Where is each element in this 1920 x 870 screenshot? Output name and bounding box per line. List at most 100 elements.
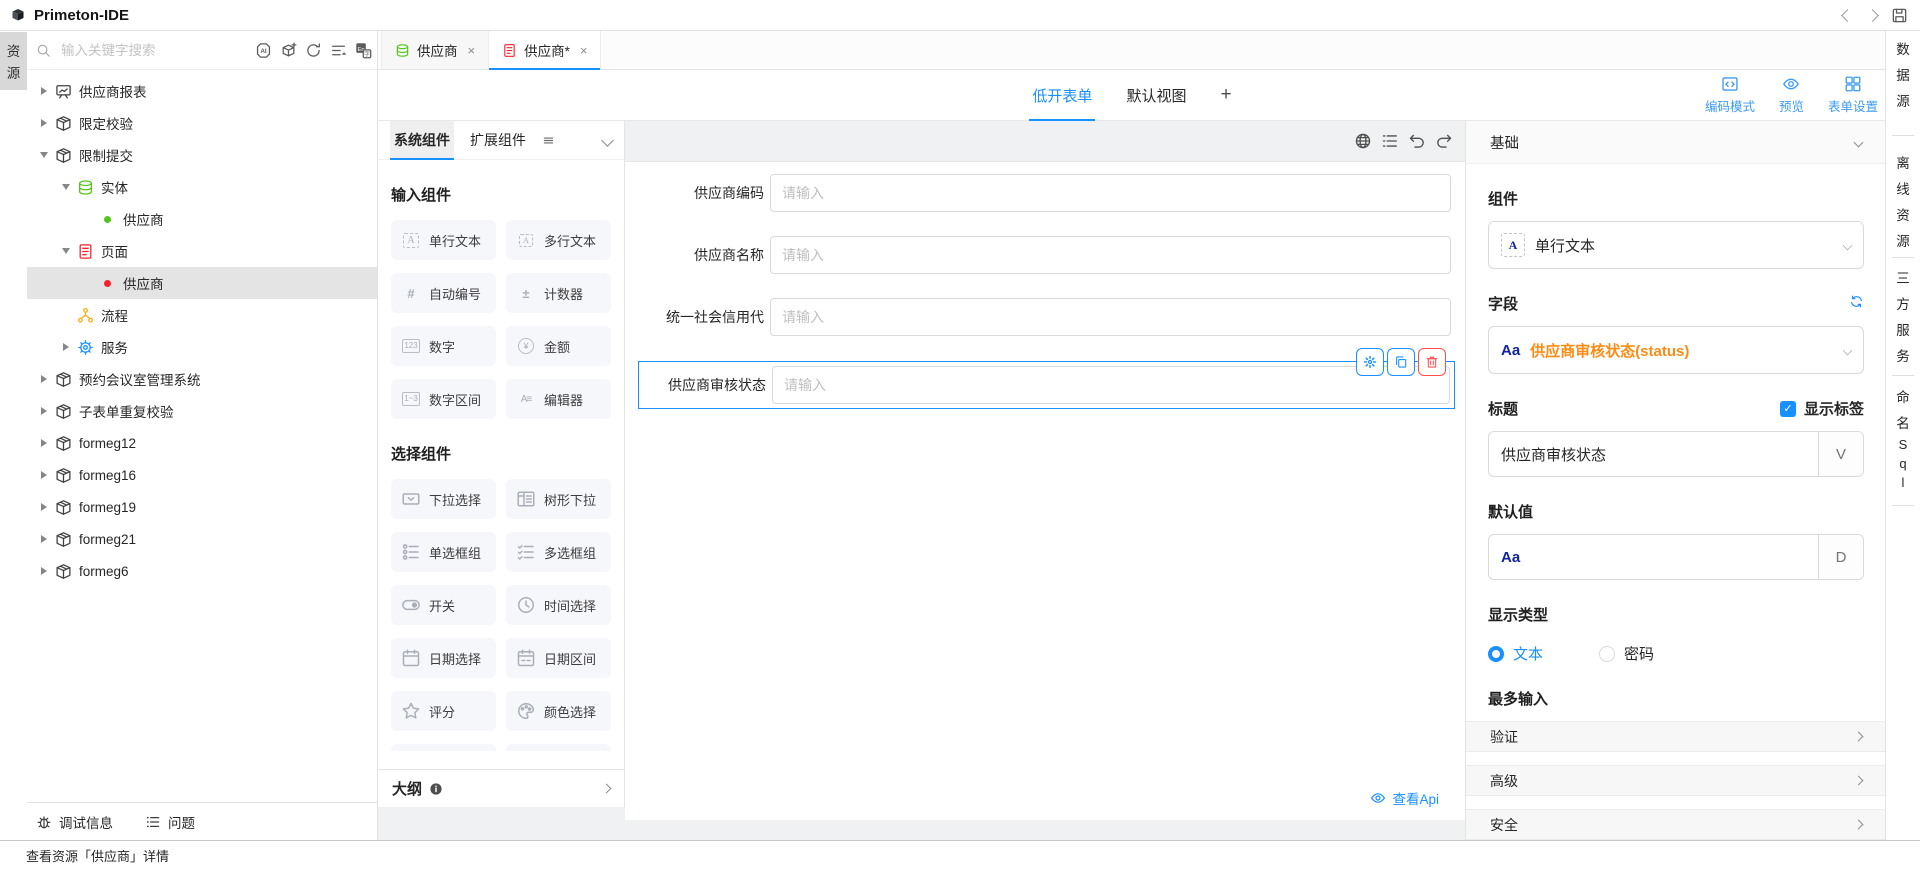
tree-item[interactable]: 供应商报表 xyxy=(27,75,377,107)
accordion-row[interactable]: 安全 xyxy=(1466,809,1886,840)
tree-item[interactable]: 实体 xyxy=(27,171,377,203)
accordion-row[interactable]: 验证 xyxy=(1466,721,1886,752)
tree-item[interactable]: formeg12 xyxy=(27,427,377,459)
tree-item[interactable]: 子表单重复校验 xyxy=(27,395,377,427)
tree-item[interactable]: 预约会议室管理系统 xyxy=(27,363,377,395)
title-variable-button[interactable]: V xyxy=(1818,432,1863,476)
palette-item[interactable]: ¥金额 xyxy=(506,326,611,366)
add-view-button[interactable]: + xyxy=(1220,84,1231,106)
show-label-toggle[interactable]: ✓ 显示标签 xyxy=(1780,398,1864,419)
rail-tab-resources[interactable]: 资源 xyxy=(0,32,27,90)
field-row[interactable]: 供应商编码请输入 xyxy=(637,175,1451,211)
tab-system-components[interactable]: 系统组件 xyxy=(390,121,454,159)
tree-collapsed-arrow-icon[interactable] xyxy=(38,407,50,415)
nav-back-icon[interactable] xyxy=(1841,9,1854,22)
tab-lowcode-form[interactable]: 低开表单 xyxy=(1032,70,1092,120)
palette-item[interactable]: A≡编辑器 xyxy=(506,379,611,419)
collapse-list-icon[interactable] xyxy=(330,42,347,59)
outline-icon[interactable] xyxy=(1381,132,1399,150)
close-icon[interactable]: × xyxy=(468,43,476,58)
palette-collapse-icon[interactable] xyxy=(603,121,612,159)
sync-icon[interactable] xyxy=(1849,294,1864,314)
nav-forward-icon[interactable] xyxy=(1866,9,1879,22)
view-action-code[interactable]: 编码模式 xyxy=(1705,75,1755,115)
tree-item[interactable]: 流程 xyxy=(27,299,377,331)
tree-item[interactable]: 限制提交 xyxy=(27,139,377,171)
problems-tab[interactable]: 问题 xyxy=(145,812,195,832)
tree-collapsed-arrow-icon[interactable] xyxy=(38,567,50,575)
tree-expanded-arrow-icon[interactable] xyxy=(38,152,50,158)
field-input[interactable]: 请输入 xyxy=(770,174,1451,212)
save-icon[interactable] xyxy=(1891,7,1908,24)
inspector-group-basic[interactable]: 基础 xyxy=(1466,121,1886,164)
undo-icon[interactable] xyxy=(1408,132,1426,150)
rail-tab-1[interactable]: 数据源 xyxy=(1886,35,1920,113)
tree-collapsed-arrow-icon[interactable] xyxy=(38,471,50,479)
tree-expanded-arrow-icon[interactable] xyxy=(60,248,72,254)
tree-item[interactable]: formeg16 xyxy=(27,459,377,491)
palette-item[interactable]: 树形下拉 xyxy=(506,479,611,519)
field-row[interactable]: 供应商名称请输入 xyxy=(637,237,1451,273)
tree-expanded-arrow-icon[interactable] xyxy=(60,184,72,190)
palette-item[interactable]: 时间选择 xyxy=(506,585,611,625)
rail-tab-4[interactable]: 命名Sql xyxy=(1886,383,1920,492)
tree-collapsed-arrow-icon[interactable] xyxy=(38,87,50,95)
palette-item[interactable]: 日期区间 xyxy=(506,638,611,678)
field-delete-button[interactable] xyxy=(1418,348,1446,376)
field-input[interactable]: 请输入 xyxy=(770,298,1451,336)
palette-item[interactable]: 评分 xyxy=(391,691,496,731)
view-api-link[interactable]: 查看Api xyxy=(1370,788,1439,808)
tree-item[interactable]: 供应商 xyxy=(27,203,377,235)
field-row[interactable]: 统一社会信用代请输入 xyxy=(637,299,1451,335)
tree-item[interactable]: formeg6 xyxy=(27,555,377,587)
tree-item[interactable]: 供应商 xyxy=(27,267,377,299)
field-settings-button[interactable] xyxy=(1356,348,1384,376)
field-input[interactable]: 请输入 xyxy=(772,366,1450,404)
component-select[interactable]: A 单行文本 xyxy=(1488,221,1864,269)
rail-tab-2[interactable]: 离线资源 xyxy=(1886,149,1920,253)
default-value-field[interactable]: Aa xyxy=(1489,535,1818,579)
radio-password[interactable]: 密码 xyxy=(1599,643,1654,664)
palette-item[interactable]: #自动编号 xyxy=(391,273,496,313)
field-select[interactable]: Aa 供应商审核状态(status) xyxy=(1488,326,1864,374)
debug-info-tab[interactable]: 调试信息 xyxy=(36,812,113,832)
palette-item[interactable]: 1~3数字区间 xyxy=(391,379,496,419)
tree-item[interactable]: 服务 xyxy=(27,331,377,363)
radio-text[interactable]: 文本 xyxy=(1488,643,1543,664)
refresh-icon[interactable] xyxy=(305,42,322,59)
view-action-grid[interactable]: 表单设置 xyxy=(1828,75,1878,115)
palette-item[interactable]: 颜色选择 xyxy=(506,691,611,731)
palette-item[interactable]: 多选框组 xyxy=(506,532,611,572)
default-dynamic-button[interactable]: D xyxy=(1818,535,1863,579)
field-row[interactable]: 供应商审核状态请输入 xyxy=(638,361,1455,409)
palette-item[interactable]: 下拉选择 xyxy=(391,479,496,519)
palette-item[interactable]: A单行文本 xyxy=(391,220,496,260)
tree-item[interactable]: formeg21 xyxy=(27,523,377,555)
tab-default-view[interactable]: 默认视图 xyxy=(1126,70,1186,120)
search-input[interactable] xyxy=(59,42,247,59)
tree-collapsed-arrow-icon[interactable] xyxy=(38,119,50,127)
tree-collapsed-arrow-icon[interactable] xyxy=(38,375,50,383)
palette-item[interactable]: ±计数器 xyxy=(506,273,611,313)
doc-tab[interactable]: 供应商× xyxy=(381,31,489,69)
module-add-icon[interactable] xyxy=(280,42,297,59)
palette-item[interactable]: 开关 xyxy=(391,585,496,625)
redo-icon[interactable] xyxy=(1435,132,1453,150)
ai-icon[interactable]: AI xyxy=(255,42,272,59)
tree-collapsed-arrow-icon[interactable] xyxy=(60,343,72,351)
doc-tab[interactable]: 供应商*× xyxy=(489,31,601,69)
palette-item[interactable]: 单选框组 xyxy=(391,532,496,572)
tree-collapsed-arrow-icon[interactable] xyxy=(38,439,50,447)
palette-item[interactable]: A多行文本 xyxy=(506,220,611,260)
tree-item[interactable]: 限定校验 xyxy=(27,107,377,139)
field-copy-button[interactable] xyxy=(1387,348,1415,376)
tree-collapsed-arrow-icon[interactable] xyxy=(38,535,50,543)
translate-icon[interactable]: En字 xyxy=(355,42,372,59)
palette-item[interactable]: 123数字 xyxy=(391,326,496,366)
tab-extended-components[interactable]: 扩展组件 xyxy=(466,121,530,159)
view-action-eye[interactable]: 预览 xyxy=(1779,75,1804,115)
title-input-value[interactable]: 供应商审核状态 xyxy=(1489,432,1818,476)
close-icon[interactable]: × xyxy=(580,43,588,58)
tree-item[interactable]: 页面 xyxy=(27,235,377,267)
palette-item[interactable]: 日期选择 xyxy=(391,638,496,678)
